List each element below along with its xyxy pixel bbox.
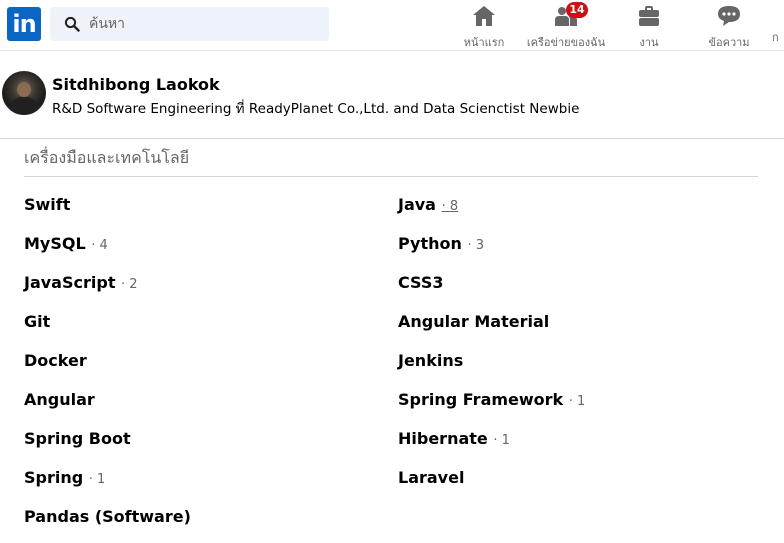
skill-item[interactable]: Pandas (Software): [24, 507, 191, 526]
skill-item[interactable]: Jenkins: [398, 351, 463, 370]
skill-item[interactable]: CSS3: [398, 273, 444, 292]
skill-name: Spring Framework: [398, 390, 564, 409]
skill-item[interactable]: Spring · 1: [24, 468, 105, 487]
endorsement-count: · 4: [91, 238, 108, 253]
skill-item[interactable]: Docker: [24, 351, 87, 370]
notification-badge: 14: [566, 2, 588, 18]
nav-my-network-label: เครือข่ายของฉัน: [526, 36, 606, 49]
search-box[interactable]: [50, 7, 329, 41]
skill-name: Hibernate: [398, 429, 488, 448]
search-input[interactable]: [89, 9, 319, 39]
section-divider: [24, 176, 758, 177]
home-icon: [472, 4, 496, 28]
section-title: เครื่องมือและเทคโนโลยี: [24, 148, 190, 167]
profile-header: Sitdhibong Laokok R&D Software Engineeri…: [0, 51, 784, 139]
endorsement-count: · 3: [467, 238, 484, 253]
skill-name: Java: [398, 195, 436, 214]
skill-item[interactable]: MySQL · 4: [24, 234, 108, 253]
skill-item[interactable]: Spring Framework · 1: [398, 390, 585, 409]
skill-item[interactable]: JavaScript · 2: [24, 273, 138, 292]
nav-my-network[interactable]: 14 เครือข่ายของฉัน: [521, 2, 611, 49]
profile-name[interactable]: Sitdhibong Laokok: [52, 75, 220, 94]
skill-item[interactable]: Git: [24, 312, 50, 331]
nav-messaging[interactable]: ข้อความ: [700, 4, 758, 49]
messaging-icon: [717, 4, 741, 28]
skill-name: MySQL: [24, 234, 86, 253]
skill-name: Spring Boot: [24, 429, 131, 448]
nav-messaging-label: ข้อความ: [708, 36, 750, 49]
skill-name: Angular: [24, 390, 95, 409]
skill-name: Angular Material: [398, 312, 550, 331]
skill-item[interactable]: Hibernate · 1: [398, 429, 510, 448]
endorsement-count: · 2: [121, 277, 138, 292]
top-navigation: in หน้าแรก 14 เครือข่ายของฉั: [0, 0, 784, 51]
skill-name: Laravel: [398, 468, 465, 487]
nav-more-label: ก: [772, 31, 779, 44]
nav-home[interactable]: หน้าแรก: [460, 4, 508, 49]
skill-item[interactable]: Spring Boot: [24, 429, 131, 448]
nav-jobs[interactable]: งาน: [625, 4, 673, 49]
nav-more-truncated[interactable]: ก: [772, 4, 784, 46]
skill-name: Spring: [24, 468, 84, 487]
avatar[interactable]: [2, 71, 46, 115]
skill-name: JavaScript: [24, 273, 116, 292]
skill-item[interactable]: Python · 3: [398, 234, 484, 253]
skill-name: Docker: [24, 351, 87, 370]
skill-item[interactable]: Laravel: [398, 468, 464, 487]
skill-name: Pandas (Software): [24, 507, 191, 526]
search-icon: [64, 16, 80, 32]
network-icon: 14: [554, 2, 588, 28]
profile-headline: R&D Software Engineering ที่ ReadyPlanet…: [52, 101, 580, 117]
skill-item[interactable]: Java · 8: [398, 195, 458, 214]
truncated-icon: [772, 4, 784, 23]
briefcase-icon: [637, 4, 661, 28]
skill-item[interactable]: Angular: [24, 390, 95, 409]
endorsement-count-link[interactable]: · 8: [442, 199, 459, 214]
endorsement-count: · 1: [493, 433, 510, 448]
skill-item[interactable]: Swift: [24, 195, 70, 214]
nav-jobs-label: งาน: [639, 36, 659, 49]
skill-name: Swift: [24, 195, 71, 214]
skill-item[interactable]: Angular Material: [398, 312, 549, 331]
skill-name: Git: [24, 312, 51, 331]
skill-name: CSS3: [398, 273, 444, 292]
skill-name: Python: [398, 234, 462, 253]
linkedin-logo[interactable]: in: [7, 7, 41, 41]
endorsement-count: · 1: [568, 394, 586, 409]
nav-home-label: หน้าแรก: [463, 36, 505, 49]
endorsement-count: · 1: [88, 472, 106, 487]
skill-name: Jenkins: [398, 351, 464, 370]
